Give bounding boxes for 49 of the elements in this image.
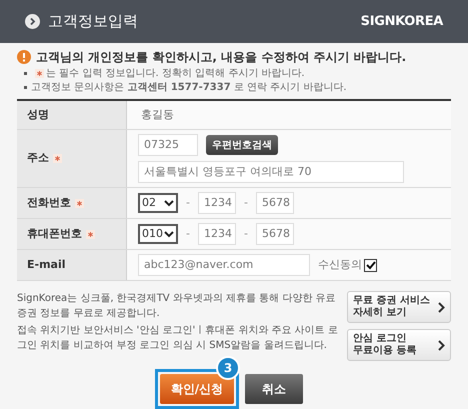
link-text: 안심 로그인 bbox=[353, 333, 408, 345]
confirm-button[interactable]: 확인/신청 bbox=[160, 374, 234, 404]
required-icon bbox=[35, 69, 44, 78]
phone-middle-field[interactable]: 1234 bbox=[198, 192, 236, 214]
arrow-circle-icon bbox=[25, 14, 40, 29]
separator: - bbox=[186, 226, 190, 242]
consent-checkbox[interactable] bbox=[364, 258, 377, 272]
required-icon bbox=[75, 198, 84, 208]
notice-heading: 고객님의 개인정보를 확인하시고, 내용을 수정하여 주시기 바랍니다. bbox=[36, 48, 406, 66]
consent-label: 수신동의 bbox=[318, 256, 362, 273]
cancel-button[interactable]: 취소 bbox=[245, 374, 303, 404]
field-label: E-mail bbox=[27, 256, 66, 273]
check-icon bbox=[366, 260, 376, 270]
notice-text: 는 필수 입력 정보입니다. 정확히 입력해 주시기 바랍니다. bbox=[46, 66, 305, 80]
separator: - bbox=[244, 194, 248, 211]
field-label: 주소 bbox=[27, 150, 49, 166]
required-icon bbox=[53, 154, 62, 163]
logo: SIGNKOREA bbox=[360, 12, 443, 30]
separator: - bbox=[244, 226, 248, 242]
link-text: 무료이용 등록 bbox=[353, 345, 416, 357]
phone-last-field[interactable]: 5678 bbox=[256, 223, 294, 245]
phone-last-field[interactable]: 5678 bbox=[256, 192, 294, 214]
name-value: 홍길동 bbox=[140, 106, 174, 122]
address-field[interactable]: 서울특별시 영등포구 여의대로 70 bbox=[138, 161, 404, 183]
info-paragraph: 접속 위치기반 보안서비스 '안심 로그인'ㅣ휴대폰 위치와 주요 사이트 로그인 위치를 비교하여 부정 로그인 의심 시 SMS알람을 울려드립니다. bbox=[17, 324, 339, 353]
step-badge: 3 bbox=[216, 356, 240, 380]
zip-code-field[interactable]: 07325 bbox=[138, 134, 198, 156]
service-link-button[interactable]: 안심 로그인 무료이용 등록 bbox=[347, 329, 451, 361]
area-code-select[interactable]: 010 bbox=[138, 224, 178, 244]
email-field[interactable]: abc123@naver.com bbox=[138, 254, 310, 276]
service-link-button[interactable]: 무료 증권 서비스 자세히 보기 bbox=[347, 291, 451, 323]
page-title: 고객정보입력 bbox=[48, 11, 138, 32]
separator: - bbox=[186, 194, 190, 211]
notice-text: 고객정보 문의사항은 고객센터 1577-7337 로 연락 주시기 바랍니다. bbox=[31, 80, 347, 94]
chevron-down-icon bbox=[164, 200, 174, 206]
field-label: 성명 bbox=[27, 106, 49, 122]
required-icon bbox=[86, 230, 95, 238]
chevron-right-icon bbox=[438, 340, 445, 350]
info-paragraph: SignKorea는 싱크풀, 한국경제TV 와우넷과의 제휴를 통해 다양한 유료증권 정보를 무료로 제공합니다. bbox=[17, 292, 337, 321]
field-label: 휴대폰번호 bbox=[27, 226, 82, 242]
warning-icon bbox=[17, 50, 31, 64]
area-code-select[interactable]: 02 bbox=[138, 193, 178, 213]
phone-middle-field[interactable]: 1234 bbox=[198, 223, 236, 245]
link-text: 자세히 보기 bbox=[353, 307, 408, 319]
zip-search-button[interactable]: 우편번호검색 bbox=[206, 135, 278, 155]
field-label: 전화번호 bbox=[27, 194, 71, 211]
link-text: 무료 증권 서비스 bbox=[353, 295, 430, 307]
chevron-down-icon bbox=[164, 230, 174, 238]
chevron-right-icon bbox=[438, 302, 445, 312]
